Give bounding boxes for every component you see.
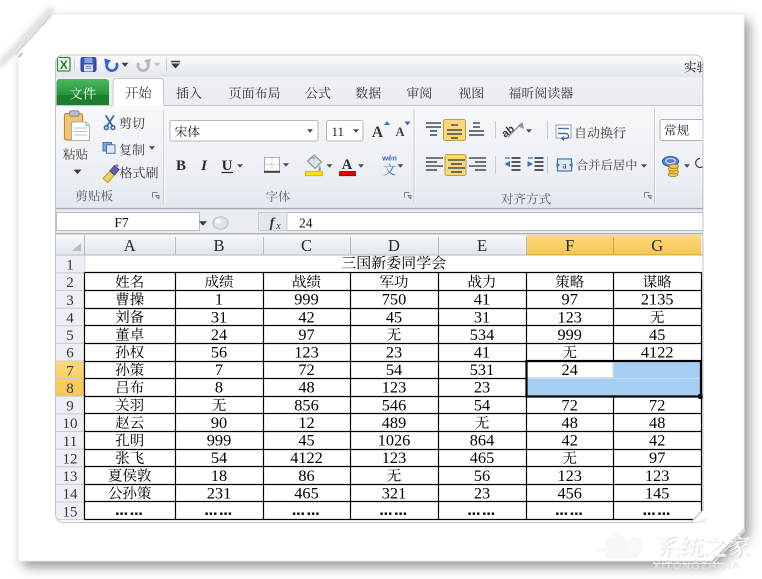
svg-text:465: 465 [294,483,318,502]
svg-text:41: 41 [474,290,490,309]
svg-text:56: 56 [474,466,490,485]
svg-text:7: 7 [215,360,223,379]
svg-text:56: 56 [211,343,227,362]
svg-text:41: 41 [474,343,490,362]
svg-text:C: C [301,236,312,255]
svg-text:4122: 4122 [641,343,674,362]
svg-text:15: 15 [63,504,78,520]
svg-text:F: F [565,236,574,255]
svg-text:A: A [342,157,353,173]
svg-text:54: 54 [386,360,402,379]
svg-text:4122: 4122 [290,448,323,467]
svg-text:123: 123 [645,466,669,485]
svg-text:48: 48 [649,413,665,432]
svg-text:123: 123 [382,448,406,467]
svg-text:45: 45 [298,431,314,450]
svg-text:23: 23 [474,378,490,397]
svg-text:F7: F7 [114,215,129,230]
svg-text:4: 4 [66,310,74,326]
svg-text:31: 31 [474,307,490,326]
svg-text:11: 11 [63,434,77,450]
svg-text:54: 54 [211,448,227,467]
svg-text:G: G [651,236,663,255]
svg-text:10: 10 [63,416,78,432]
svg-text:231: 231 [207,483,231,502]
svg-text:42: 42 [562,431,578,450]
svg-text:54: 54 [474,395,490,414]
svg-text:864: 864 [470,431,494,450]
svg-text:45: 45 [386,307,402,326]
svg-text:24: 24 [299,216,313,231]
svg-text:750: 750 [382,290,406,309]
svg-text:123: 123 [382,378,406,397]
svg-text:14: 14 [63,487,79,503]
svg-text:X: X [60,58,68,72]
svg-text:123: 123 [557,466,581,485]
svg-text:72: 72 [298,360,314,379]
svg-text:42: 42 [298,307,314,326]
svg-text:456: 456 [557,483,581,502]
svg-text:123: 123 [294,343,318,362]
svg-text:999: 999 [557,325,581,344]
svg-text:45: 45 [649,325,665,344]
svg-text:489: 489 [382,413,406,432]
svg-text:x: x [275,221,281,232]
svg-text:2: 2 [66,275,74,291]
svg-text:24: 24 [562,360,578,379]
svg-text:U: U [222,158,233,174]
svg-text:A: A [124,236,136,255]
svg-text:856: 856 [294,395,318,414]
svg-text:97: 97 [298,325,314,344]
svg-text:D: D [388,236,400,255]
svg-text:321: 321 [382,483,406,502]
svg-text:2135: 2135 [641,290,674,309]
svg-text:1: 1 [66,258,74,274]
svg-text:23: 23 [386,343,402,362]
svg-text:42: 42 [649,431,665,450]
svg-text:3: 3 [66,293,74,309]
svg-text:999: 999 [207,431,231,450]
svg-text:8: 8 [215,378,223,397]
svg-text:12: 12 [298,413,314,432]
svg-text:534: 534 [470,325,494,344]
svg-text:5: 5 [66,328,74,344]
svg-text:18: 18 [211,466,227,485]
svg-text:a: a [563,161,567,171]
svg-text:A: A [395,125,404,139]
svg-text:E: E [477,236,487,255]
svg-text:B: B [213,236,224,255]
svg-text:7: 7 [66,363,74,379]
svg-text:1: 1 [215,290,223,309]
svg-text:11: 11 [332,124,345,139]
svg-text:31: 31 [211,307,227,326]
svg-text:1026: 1026 [378,431,411,450]
svg-text:145: 145 [645,483,669,502]
svg-text:72: 72 [562,395,578,414]
svg-text:531: 531 [470,360,494,379]
svg-text:13: 13 [63,469,78,485]
svg-text:90: 90 [211,413,227,432]
svg-text:86: 86 [298,466,314,485]
svg-text:465: 465 [470,448,494,467]
svg-text:546: 546 [382,395,406,414]
svg-text:97: 97 [649,448,665,467]
svg-text:12: 12 [63,451,78,467]
svg-text:123: 123 [557,307,581,326]
svg-text:XITONGZHIJIA: XITONGZHIJIA [653,560,741,572]
svg-text:9: 9 [66,399,74,415]
svg-text:72: 72 [649,395,665,414]
svg-text:24: 24 [211,325,227,344]
svg-text:48: 48 [562,413,578,432]
svg-text:A: A [372,124,384,141]
svg-text:23: 23 [474,483,490,502]
svg-text:I: I [200,158,208,174]
svg-text:6: 6 [66,346,74,362]
svg-text:wén: wén [381,154,397,163]
svg-text:48: 48 [298,378,314,397]
svg-text:97: 97 [562,290,578,309]
svg-text:999: 999 [294,290,318,309]
svg-text:8: 8 [66,381,74,397]
svg-text:B: B [176,158,186,174]
